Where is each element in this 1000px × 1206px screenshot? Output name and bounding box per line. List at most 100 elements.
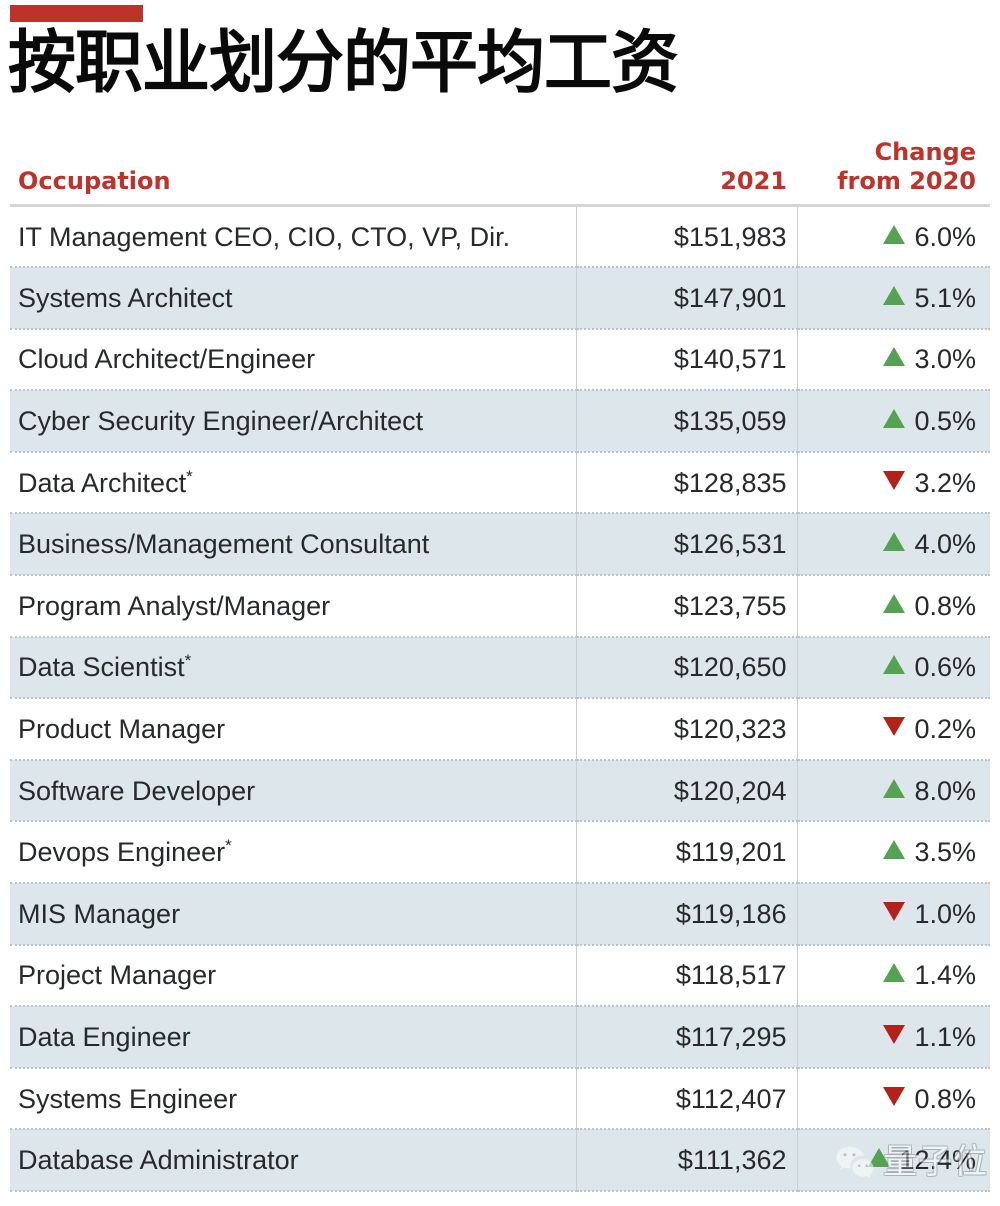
table-row: Data Engineer $117,295 1.1% — [10, 1006, 990, 1069]
column-header-change: Change from 2020 — [797, 138, 990, 207]
cell-occupation: Devops Engineer* — [10, 821, 576, 885]
cell-occupation: Business/Management Consultant — [10, 513, 576, 577]
cell-salary: $120,323 — [575, 698, 797, 761]
cell-salary: $117,295 — [575, 1006, 797, 1069]
change-value: 0.8% — [914, 590, 976, 621]
change-value: 4.0% — [914, 529, 976, 560]
cell-change: 0.5% — [796, 390, 990, 453]
cell-salary: $147,901 — [575, 267, 797, 330]
cell-change: 4.0% — [796, 513, 990, 577]
cell-occupation: IT Management CEO, CIO, CTO, VP, Dir. — [10, 205, 576, 269]
table-header-row: Occupation 2021 Change from 2020 — [10, 138, 990, 207]
cell-occupation: Program Analyst/Manager — [10, 575, 576, 638]
arrow-up-icon — [883, 532, 906, 552]
salary-table: Occupation 2021 Change from 2020 IT Mana… — [10, 138, 990, 1192]
change-value: 0.8% — [914, 1083, 976, 1114]
change-value: 3.2% — [914, 467, 976, 498]
footnote-marker: * — [225, 836, 232, 856]
cell-occupation: Systems Architect — [10, 267, 576, 330]
cell-change: 3.5% — [796, 821, 990, 885]
table-row: Program Analyst/Manager $123,755 0.8% — [10, 575, 990, 638]
change-value: 12.4% — [899, 1145, 976, 1176]
cell-change: 0.2% — [796, 698, 990, 761]
table-row: Business/Management Consultant $126,531 4.… — [10, 513, 990, 577]
table-row: MIS Manager $119,186 1.0% — [10, 883, 990, 946]
cell-occupation: Database Administrator — [10, 1129, 576, 1192]
cell-salary: $128,835 — [575, 451, 797, 515]
cell-salary: $111,362 — [575, 1129, 797, 1192]
arrow-up-icon — [883, 347, 906, 367]
column-header-occupation: Occupation — [10, 138, 576, 207]
cell-salary: $112,407 — [575, 1067, 797, 1131]
table-row: Cloud Architect/Engineer $140,571 3.0% — [10, 328, 990, 392]
salary-table-container: Occupation 2021 Change from 2020 IT Mana… — [10, 138, 990, 1192]
table-row: Product Manager $120,323 0.2% — [10, 698, 990, 761]
occupation-label: Data Architect — [18, 467, 187, 498]
table-row: Project Manager $118,517 1.4% — [10, 944, 990, 1008]
arrow-up-icon — [883, 840, 906, 860]
arrow-up-icon — [868, 1148, 891, 1168]
change-value: 0.5% — [914, 406, 976, 437]
arrow-up-icon — [883, 224, 906, 244]
arrow-up-icon — [883, 655, 906, 675]
cell-occupation: Project Manager — [10, 944, 576, 1008]
column-header-year: 2021 — [576, 138, 797, 207]
change-value: 8.0% — [914, 775, 976, 806]
table-row: IT Management CEO, CIO, CTO, VP, Dir. $15… — [10, 205, 990, 269]
arrow-up-icon — [883, 285, 906, 305]
footnote-marker: * — [186, 466, 193, 486]
arrow-up-icon — [883, 409, 906, 429]
cell-occupation: Cyber Security Engineer/Architect — [10, 390, 576, 453]
occupation-label: Data Scientist — [18, 652, 185, 683]
cell-change: 0.6% — [796, 636, 990, 700]
accent-bar — [10, 5, 143, 22]
cell-change: 8.0% — [796, 759, 990, 823]
cell-change: 3.2% — [796, 451, 990, 515]
table-row: Cyber Security Engineer/Architect $135,05… — [10, 390, 990, 453]
cell-change: 6.0% — [796, 205, 990, 269]
arrow-up-icon — [883, 593, 906, 613]
cell-salary: $120,650 — [575, 636, 797, 700]
footnote-marker: * — [184, 651, 192, 671]
change-value: 1.4% — [914, 960, 976, 991]
cell-salary: $118,517 — [575, 944, 797, 1008]
cell-salary: $151,983 — [575, 205, 797, 269]
infographic-page: 按职业划分的平均工资 Occupation 2021 Change from 2… — [0, 0, 1000, 1206]
arrow-down-icon — [883, 717, 906, 737]
cell-occupation: Data Architect* — [10, 451, 576, 515]
cell-change: 1.4% — [796, 944, 990, 1008]
cell-change: 0.8% — [796, 575, 990, 638]
cell-salary: $119,186 — [575, 883, 797, 946]
table-row: Systems Engineer $112,407 0.8% — [10, 1067, 990, 1131]
arrow-down-icon — [883, 1086, 906, 1106]
table-row: Devops Engineer* $119,201 3.5% — [10, 821, 990, 885]
cell-salary: $135,059 — [575, 390, 797, 453]
page-title: 按职业划分的平均工资 — [8, 24, 679, 103]
cell-salary: $119,201 — [575, 821, 797, 885]
cell-change: 1.1% — [796, 1006, 990, 1069]
cell-occupation: Systems Engineer — [10, 1067, 576, 1131]
cell-change: 3.0% — [796, 328, 990, 392]
change-value: 1.1% — [914, 1022, 976, 1053]
change-value: 0.6% — [914, 652, 976, 683]
cell-salary: $120,204 — [575, 759, 797, 823]
cell-occupation: Data Scientist* — [10, 636, 576, 700]
arrow-up-icon — [883, 963, 906, 983]
table-body: IT Management CEO, CIO, CTO, VP, Dir. $15… — [10, 205, 990, 1192]
change-value: 5.1% — [914, 282, 976, 313]
change-value: 0.2% — [914, 714, 976, 745]
cell-change: 5.1% — [796, 267, 990, 330]
arrow-up-icon — [883, 778, 906, 798]
table-row: Data Scientist* $120,650 0.6% — [10, 636, 990, 700]
cell-change: 12.4% — [796, 1129, 990, 1192]
cell-salary: $140,571 — [575, 328, 797, 392]
arrow-down-icon — [883, 470, 906, 490]
table-row: Data Architect* $128,835 3.2% — [10, 451, 990, 515]
table-row: Systems Architect $147,901 5.1% — [10, 267, 990, 330]
change-value: 3.0% — [914, 344, 976, 375]
cell-occupation: Cloud Architect/Engineer — [10, 328, 576, 392]
cell-salary: $126,531 — [575, 513, 797, 577]
cell-change: 0.8% — [796, 1067, 990, 1131]
arrow-down-icon — [883, 1025, 906, 1045]
cell-occupation: Data Engineer — [10, 1006, 576, 1069]
